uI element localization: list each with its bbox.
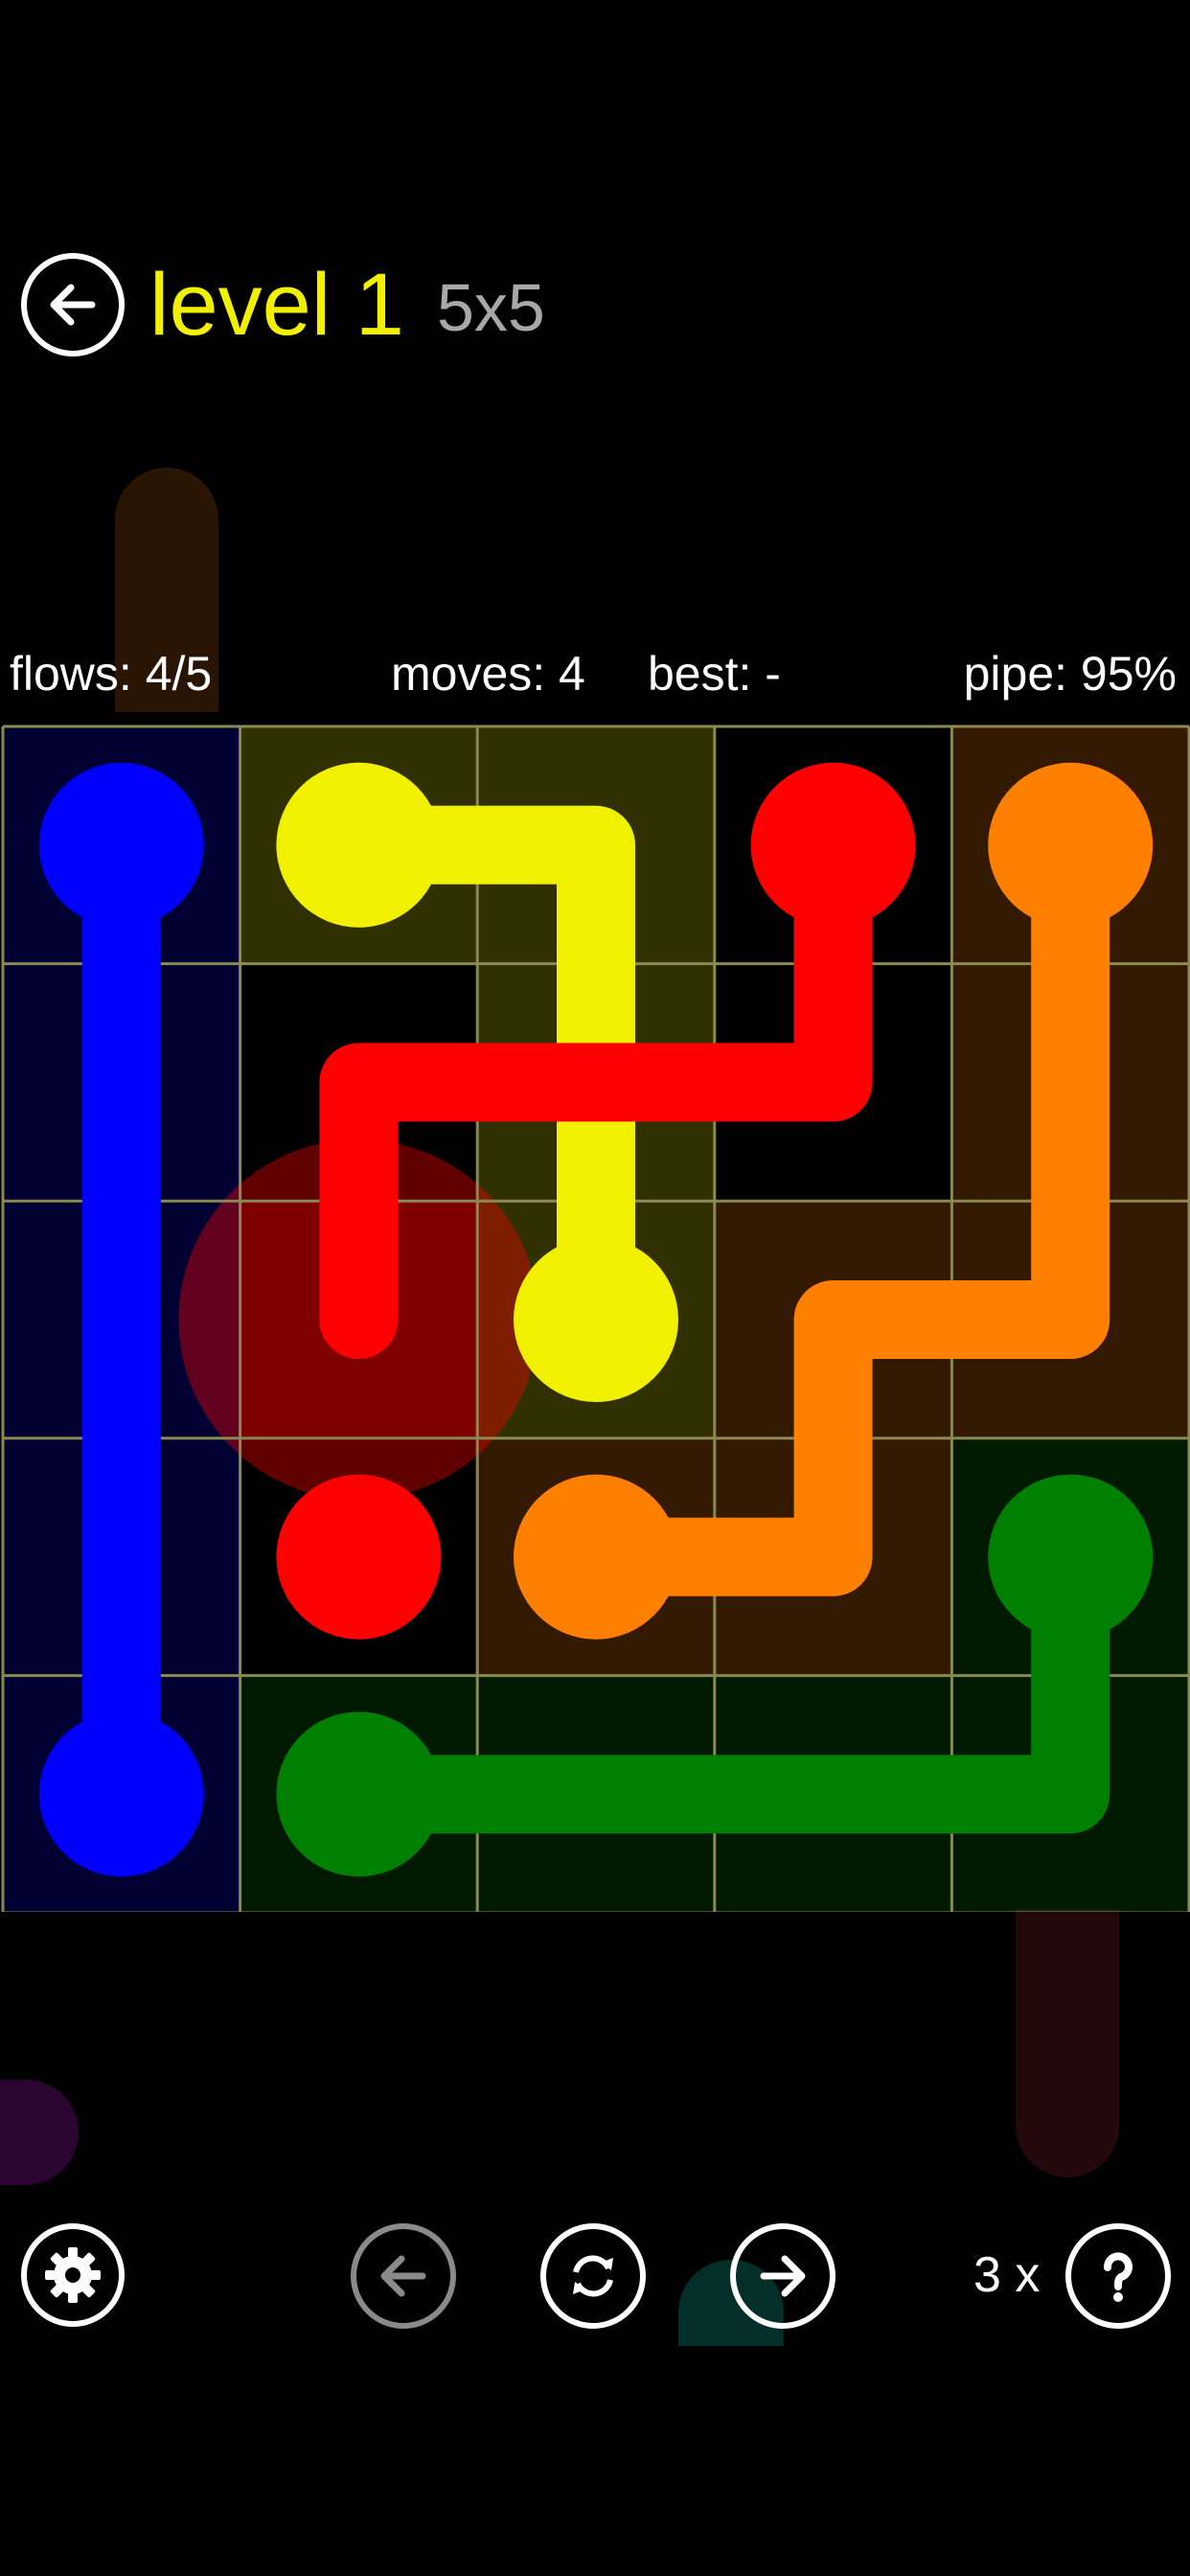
previous-level-button[interactable] (351, 2223, 456, 2329)
help-button[interactable] (1065, 2223, 1171, 2329)
game-board[interactable] (0, 724, 1190, 1912)
blue-endpoint-dot (38, 1712, 204, 1877)
question-icon (1104, 2252, 1133, 2302)
pipe-percentage: pipe: 95% (963, 647, 1177, 701)
flows-counter: flows: 4/5 (10, 647, 213, 701)
settings-button[interactable] (21, 2223, 125, 2327)
best-score: best: - (648, 647, 781, 701)
green-endpoint-dot (276, 1712, 442, 1877)
orange-endpoint-dot (514, 1474, 678, 1640)
red-endpoint-dot (750, 762, 916, 928)
red-endpoint-dot (276, 1474, 442, 1640)
back-button[interactable] (21, 253, 125, 356)
next-level-button[interactable] (730, 2223, 835, 2329)
blue-endpoint-dot (38, 762, 204, 928)
restart-icon (573, 2255, 613, 2297)
yellow-endpoint-dot (514, 1237, 678, 1402)
arrow-left-icon (380, 2255, 426, 2297)
yellow-endpoint-dot (276, 762, 442, 928)
moves-counter: moves: 4 (391, 647, 585, 701)
gear-icon (45, 2247, 101, 2303)
arrow-right-icon (760, 2255, 806, 2297)
background-streak (1016, 1909, 1119, 2177)
level-title: level 1 (149, 256, 404, 354)
board-size-label: 5x5 (437, 270, 545, 345)
hints-count: 3 x (973, 2247, 1041, 2303)
green-endpoint-dot (988, 1474, 1154, 1640)
orange-endpoint-dot (988, 762, 1154, 928)
background-streak (0, 2080, 79, 2185)
restart-button[interactable] (540, 2223, 646, 2329)
arrow-left-icon (50, 284, 96, 326)
